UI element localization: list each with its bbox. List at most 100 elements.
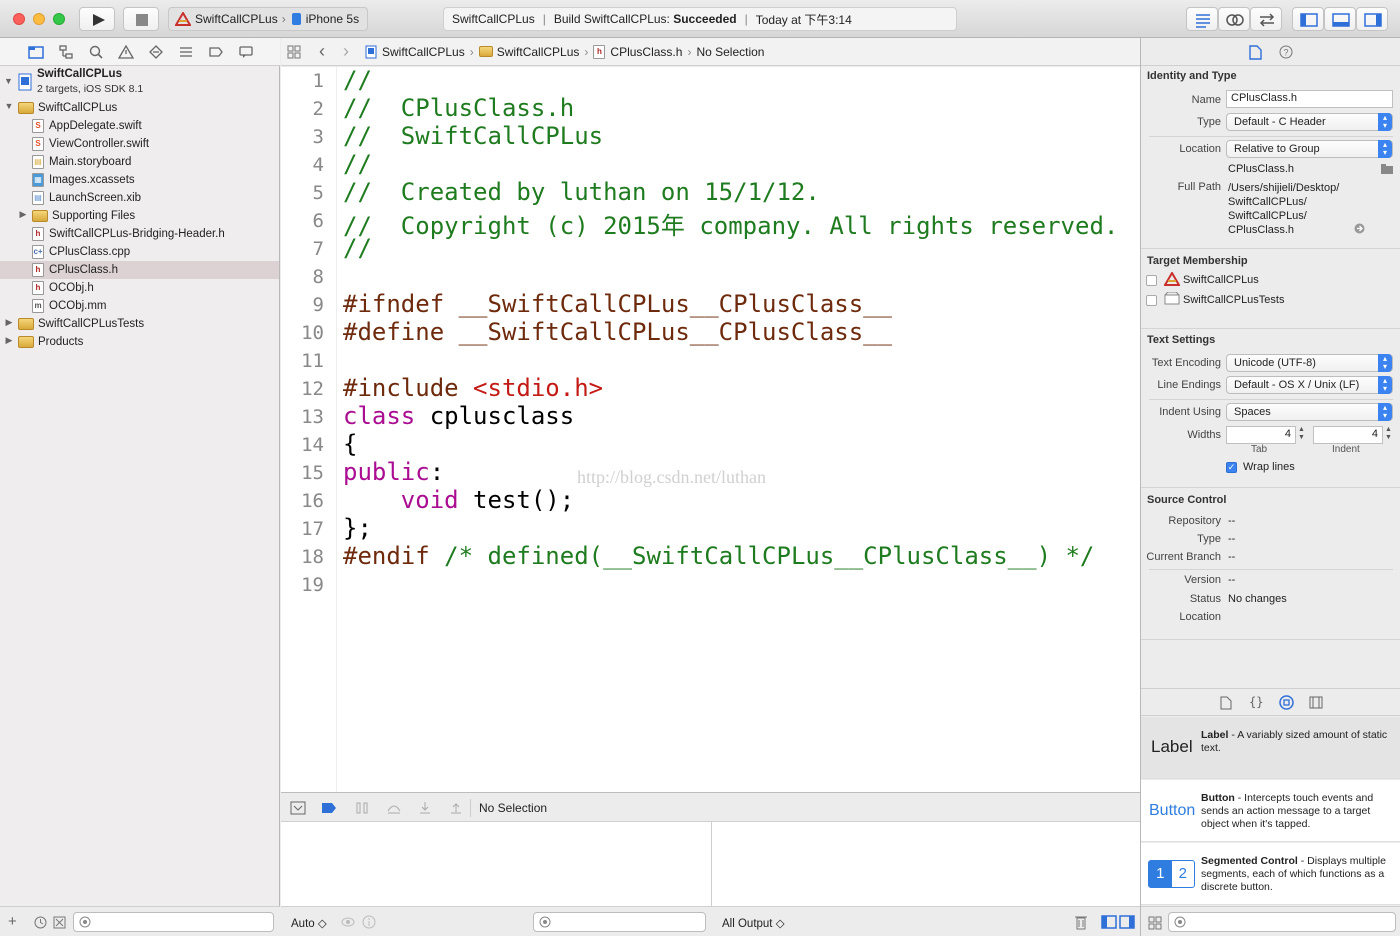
code-line[interactable]: // [343,234,372,262]
disclosure-open-icon[interactable]: ▼ [4,76,13,86]
tree-file-row[interactable]: S ViewController.swift [0,135,279,153]
target-checkbox[interactable] [1146,275,1157,286]
hierarchy-icon[interactable] [58,44,74,60]
code-line[interactable]: // CPlusClass.h [343,94,574,122]
debug-gauge-icon[interactable] [178,44,194,60]
object-library-icon[interactable] [1279,695,1294,710]
back-arrow-icon[interactable]: ‹ [319,41,325,62]
grid-view-icon[interactable] [1148,916,1162,930]
code-line[interactable]: // Created by luthan on 15/1/12. [343,178,820,206]
toggle-navigator-button[interactable] [1292,7,1324,31]
pause-icon[interactable] [355,801,369,815]
code-line[interactable]: { [343,430,357,458]
tree-group-row[interactable]: ▶ Supporting Files [0,207,279,225]
hide-debug-icon[interactable] [290,801,306,815]
tab-width-field[interactable]: 4 [1226,426,1296,444]
scheme-selector[interactable]: SwiftCallCPLus › iPhone 5s [168,7,368,31]
tree-group-row[interactable]: ▶ SwiftCallCPLusTests [0,315,279,333]
code-line[interactable]: #include <stdio.h> [343,374,603,402]
tree-file-row[interactable]: m OCObj.mm [0,297,279,315]
library-item-button[interactable]: Button Button - Intercepts touch events … [1141,780,1400,842]
file-type-popup[interactable]: Default - C Header ▴ ▾ [1226,113,1393,131]
step-over-icon[interactable] [386,801,402,815]
disclosure-closed-icon[interactable]: ▶ [18,209,28,220]
indent-width-field[interactable]: 4 [1313,426,1383,444]
target-checkbox[interactable] [1146,295,1157,306]
code-line[interactable]: public: [343,458,444,486]
log-bubble-icon[interactable] [238,44,254,60]
test-diamond-icon[interactable] [148,44,164,60]
tree-group-row[interactable]: ▼ SwiftCallCPLus [0,99,279,117]
console-view-toggle-icon[interactable] [1119,915,1135,929]
crumb-project[interactable]: SwiftCallCPLus [382,45,465,59]
tree-file-row[interactable]: h SwiftCallCPLus-Bridging-Header.h [0,225,279,243]
variables-filter-field[interactable] [533,912,706,932]
text-encoding-popup[interactable]: Unicode (UTF-8) ▴ ▾ [1226,354,1393,372]
tree-file-row[interactable]: ▤ LaunchScreen.xib [0,189,279,207]
tree-file-row[interactable]: c+ CPlusClass.cpp [0,243,279,261]
trash-icon[interactable] [1074,914,1088,930]
variables-scope-popup[interactable]: Auto ◇ [291,916,327,930]
indent-using-popup[interactable]: Spaces ▴ ▾ [1226,403,1393,421]
code-line[interactable]: // [343,150,372,178]
clock-icon[interactable] [34,916,47,929]
tree-group-row[interactable]: ▶ Products [0,333,279,351]
project-root-row[interactable]: ▼ SwiftCallCPLus 2 targets, iOS SDK 8.1 [0,67,279,99]
file-inspector-icon[interactable] [1249,45,1262,60]
file-template-icon[interactable] [1220,696,1232,710]
code-line[interactable]: }; [343,514,372,542]
tree-file-row[interactable]: S AppDelegate.swift [0,117,279,135]
toggle-debug-button[interactable] [1324,7,1356,31]
disclosure-open-icon[interactable]: ▼ [4,101,14,111]
zoom-window-button[interactable] [53,13,65,25]
tree-file-row[interactable]: h OCObj.h [0,279,279,297]
tree-file-row[interactable]: ▤ Main.storyboard [0,153,279,171]
search-icon[interactable] [88,44,104,60]
location-popup[interactable]: Relative to Group ▴ ▾ [1226,140,1393,158]
code-line[interactable]: void test(); [343,486,574,514]
code-line[interactable]: // [343,66,372,94]
code-line[interactable]: // SwiftCallCPLus [343,122,603,150]
library-item-label[interactable]: Label Label - A variably sized amount of… [1141,717,1400,779]
crumb-file[interactable]: CPlusClass.h [610,45,682,59]
folder-icon[interactable] [28,44,44,60]
close-window-button[interactable] [13,13,25,25]
scm-filter-icon[interactable] [53,916,66,929]
code-snippet-icon[interactable]: {} [1249,695,1263,709]
forward-arrow-icon[interactable]: › [343,41,349,62]
crumb-selection[interactable]: No Selection [696,45,764,59]
variables-view-toggle-icon[interactable] [1101,915,1117,929]
stop-button[interactable] [123,7,159,31]
code-line[interactable]: class cplusclass [343,402,574,430]
line-endings-popup[interactable]: Default - OS X / Unix (LF) ▴ ▾ [1226,376,1393,394]
library-filter-field[interactable] [1168,912,1396,932]
assistant-editor-button[interactable] [1218,7,1250,31]
reveal-in-finder-icon[interactable] [1354,223,1365,234]
library-item-segmented-control[interactable]: 1 2 Segmented Control - Displays multipl… [1141,843,1400,905]
info-icon[interactable] [362,915,376,929]
related-items-icon[interactable] [287,45,301,59]
toggle-utilities-button[interactable] [1356,7,1388,31]
standard-editor-button[interactable] [1186,7,1218,31]
wrap-lines-checkbox[interactable]: ✓ [1226,462,1237,473]
code-line[interactable]: #endif /* defined(__SwiftCallCPLus__CPlu… [343,542,1094,570]
crumb-group[interactable]: SwiftCallCPLus [497,45,580,59]
breakpoints-toggle-icon[interactable] [321,802,337,814]
eye-icon[interactable] [341,915,355,929]
code-line[interactable]: // Copyright (c) 2015年 company. All righ… [343,206,1118,241]
minimize-window-button[interactable] [33,13,45,25]
warning-icon[interactable] [118,44,134,60]
run-button[interactable] [79,7,115,31]
version-editor-button[interactable] [1250,7,1282,31]
media-library-icon[interactable] [1309,696,1323,709]
step-out-icon[interactable] [449,801,463,815]
tab-width-stepper[interactable]: ▲ ▼ [1298,426,1305,442]
disclosure-closed-icon[interactable]: ▶ [4,335,14,346]
code-line[interactable]: #ifndef __SwiftCallCPLus__CPlusClass__ [343,290,892,318]
breakpoint-icon[interactable] [208,44,224,60]
add-icon[interactable]: + [8,913,17,930]
name-field[interactable]: CPlusClass.h [1226,90,1393,108]
quick-help-icon[interactable]: ? [1279,45,1293,59]
folder-icon[interactable] [1381,164,1393,174]
disclosure-closed-icon[interactable]: ▶ [4,317,14,328]
